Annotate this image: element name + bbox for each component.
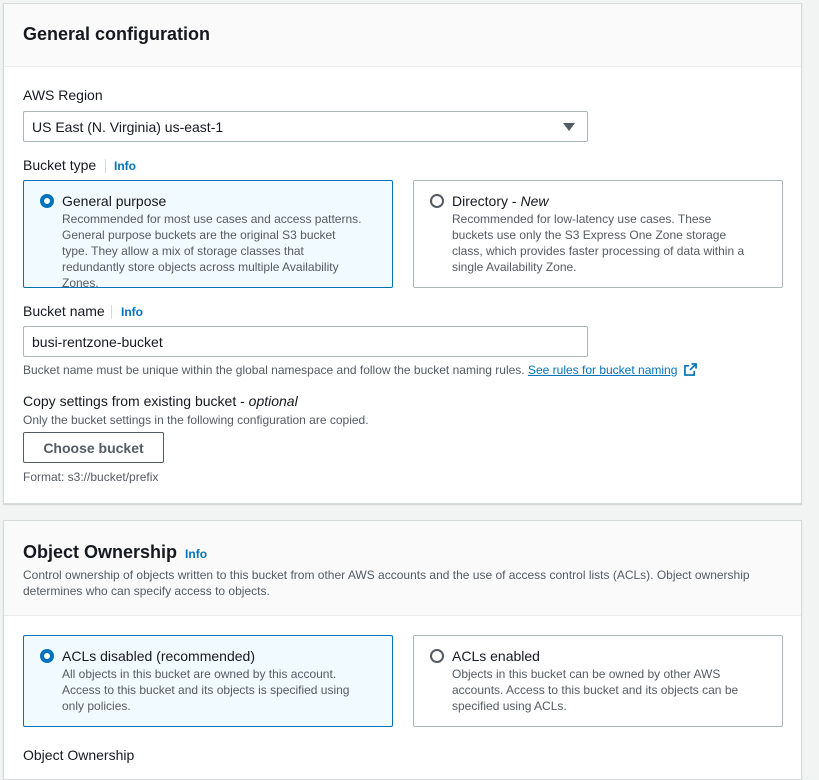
copy-settings-optional: optional: [248, 393, 298, 409]
bucket-name-hint-text: Bucket name must be unique within the gl…: [23, 363, 528, 377]
general-purpose-description: Recommended for most use cases and acces…: [62, 212, 362, 290]
object-ownership-description: Control ownership of objects written to …: [23, 568, 750, 598]
acls-disabled-radio[interactable]: [40, 649, 54, 663]
object-ownership-header: Object Ownership Info Control ownership …: [4, 521, 801, 616]
general-configuration-header: General configuration: [4, 4, 801, 67]
acls-enabled-option[interactable]: ACLs enabled Objects in this bucket can …: [413, 635, 783, 727]
format-hint: Format: s3://bucket/prefix: [23, 470, 159, 484]
directory-new-badge: New: [520, 193, 549, 209]
object-ownership-title: Object Ownership Info: [23, 542, 207, 563]
caret-down-icon: [563, 123, 575, 131]
directory-title-text: Directory -: [452, 193, 521, 209]
copy-settings-description: Only the bucket settings in the followin…: [23, 413, 369, 427]
copy-settings-label-text: Copy settings from existing bucket -: [23, 393, 249, 409]
directory-title: Directory - New: [452, 193, 548, 209]
acls-enabled-title: ACLs enabled: [452, 648, 540, 664]
general-purpose-title: General purpose: [62, 193, 167, 209]
general-purpose-radio[interactable]: [40, 194, 54, 208]
bucket-name-separator: [111, 305, 112, 319]
object-ownership-sub-label: Object Ownership: [23, 747, 135, 763]
acls-enabled-radio[interactable]: [430, 649, 444, 663]
bucket-type-separator: [105, 159, 106, 173]
bucket-type-label: Bucket type: [23, 157, 97, 173]
acls-enabled-description: Objects in this bucket can be owned by o…: [452, 667, 739, 713]
acls-disabled-description: All objects in this bucket are owned by …: [62, 667, 350, 713]
bucket-type-info-link[interactable]: Info: [114, 159, 136, 173]
object-ownership-title-text: Object Ownership: [23, 542, 178, 562]
bucket-name-info-link[interactable]: Info: [121, 305, 143, 319]
directory-option[interactable]: Directory - New Recommended for low-late…: [413, 180, 783, 288]
acls-disabled-option[interactable]: ACLs disabled (recommended) All objects …: [23, 635, 393, 727]
copy-settings-label: Copy settings from existing bucket - opt…: [23, 393, 298, 409]
aws-region-value: US East (N. Virginia) us-east-1: [32, 118, 224, 135]
directory-radio[interactable]: [430, 194, 444, 208]
object-ownership-panel: Object Ownership Info Control ownership …: [3, 520, 802, 780]
acls-disabled-title: ACLs disabled (recommended): [62, 648, 255, 664]
bucket-name-label: Bucket name: [23, 303, 105, 319]
external-link-icon[interactable]: [683, 363, 697, 376]
bucket-name-hint: Bucket name must be unique within the gl…: [23, 362, 697, 378]
bucket-name-input[interactable]: busi-rentzone-bucket: [23, 326, 588, 357]
choose-bucket-button[interactable]: Choose bucket: [23, 432, 164, 463]
general-configuration-panel: General configuration AWS Region US East…: [3, 3, 802, 504]
object-ownership-info-link[interactable]: Info: [185, 547, 207, 561]
general-configuration-title: General configuration: [23, 24, 211, 44]
general-purpose-option[interactable]: General purpose Recommended for most use…: [23, 180, 393, 290]
aws-region-select[interactable]: US East (N. Virginia) us-east-1: [23, 111, 588, 142]
bucket-naming-rules-link[interactable]: See rules for bucket naming: [528, 363, 677, 377]
directory-description: Recommended for low-latency use cases. T…: [452, 212, 745, 274]
aws-region-label: AWS Region: [23, 87, 103, 103]
